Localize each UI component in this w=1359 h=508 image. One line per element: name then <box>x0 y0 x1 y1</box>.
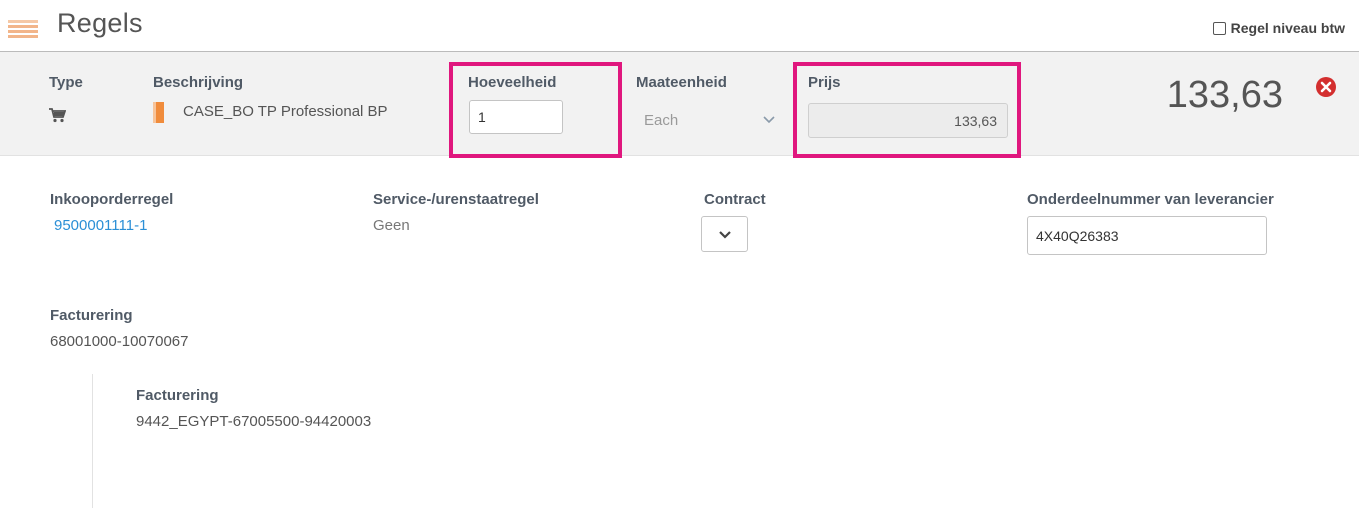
supplier-part-input[interactable]: 4X40Q26383 <box>1027 216 1267 255</box>
uom-label: Maateenheid <box>636 74 727 91</box>
checkbox-icon[interactable] <box>1212 21 1226 35</box>
supplier-part-label: Onderdeelnummer van leverancier <box>1027 191 1274 208</box>
invoice-line-row: Type Beschrijving CASE_BO TP Professiona… <box>0 51 1359 158</box>
service-line-label: Service-/urenstaatregel <box>373 191 539 208</box>
po-line-link[interactable]: 9500001111-1 <box>54 217 147 234</box>
split-billing-label: Facturering <box>136 387 219 404</box>
po-line-label: Inkooporderregel <box>50 191 174 208</box>
quantity-label: Hoeveelheid <box>468 74 557 91</box>
delete-line-icon[interactable] <box>1316 77 1336 97</box>
type-label: Type <box>49 74 83 91</box>
quantity-input[interactable]: 1 <box>469 100 563 134</box>
price-label: Prijs <box>808 74 841 91</box>
billing-label: Facturering <box>50 307 133 324</box>
chevron-down-icon <box>763 116 775 124</box>
catalog-item-icon <box>153 102 164 123</box>
split-billing-value: 9442_EGYPT-67005500-94420003 <box>136 413 372 430</box>
uom-select: Each <box>636 102 785 138</box>
split-divider <box>92 374 93 508</box>
description-label: Beschrijving <box>153 74 244 91</box>
contract-label: Contract <box>704 191 766 208</box>
section-header: Regels Regel niveau btw <box>0 0 1359 52</box>
uom-value: Each <box>644 111 679 129</box>
lines-icon <box>8 20 38 38</box>
line-total: 133,63 <box>1166 74 1283 116</box>
cart-icon <box>49 108 66 123</box>
line-level-vat-label: Regel niveau btw <box>1230 20 1345 36</box>
line-level-vat-checkbox[interactable]: Regel niveau btw <box>1212 20 1345 36</box>
page-title: Regels <box>57 8 143 38</box>
description-value: CASE_BO TP Professional BP <box>183 103 388 120</box>
chevron-down-icon <box>718 230 731 239</box>
price-field: 133,63 <box>808 103 1008 138</box>
contract-dropdown[interactable] <box>701 216 748 252</box>
service-line-value: Geen <box>373 217 410 234</box>
billing-value: 68001000-10070067 <box>50 333 189 350</box>
